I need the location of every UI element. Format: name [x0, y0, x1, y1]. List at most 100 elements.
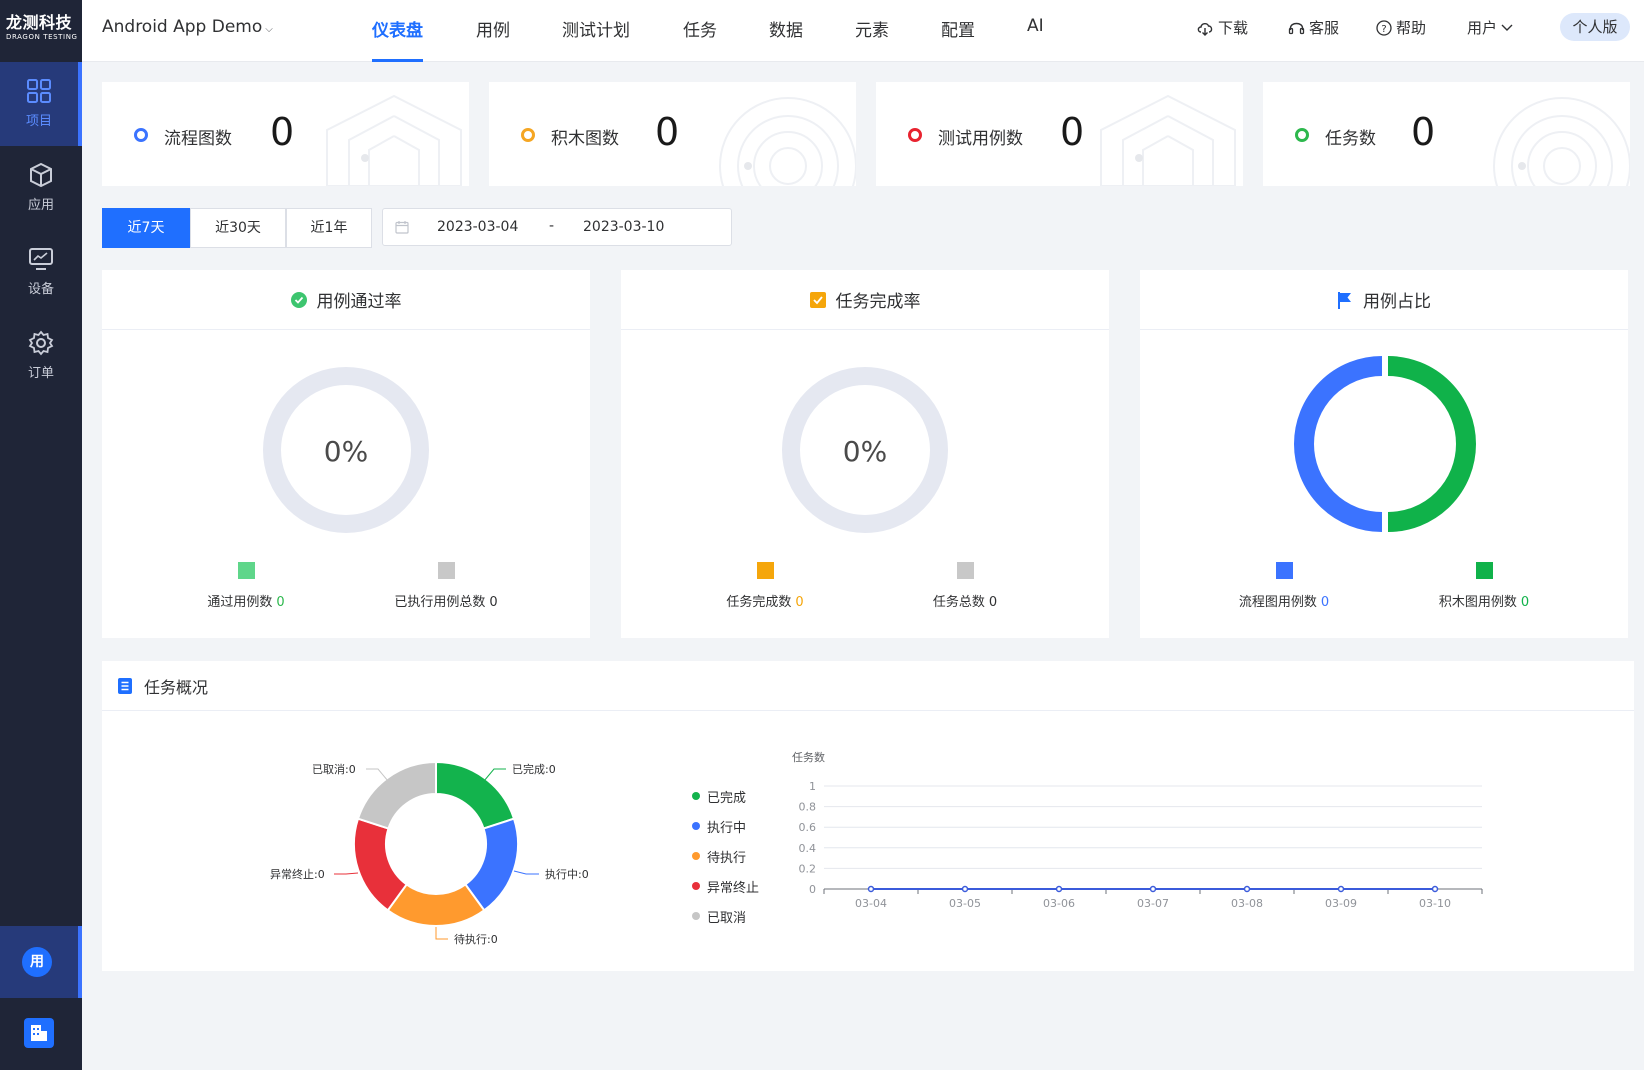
grid-icon: [27, 79, 51, 103]
task-completion-percent: 0%: [843, 435, 887, 468]
user-menu[interactable]: 用户: [1467, 17, 1513, 38]
legend-completed-tasks: 任务完成数 0: [665, 562, 865, 610]
flowchart-case-segment: [1294, 356, 1383, 532]
stat-label: 测试用例数: [938, 129, 1023, 149]
sidebar-item-label: 订单: [27, 366, 54, 381]
pass-rate-gauge: 0%: [263, 367, 429, 533]
chevron-down-icon[interactable]: ⌵: [265, 24, 273, 35]
pass-rate-percent: 0%: [324, 435, 368, 468]
stat-label: 积木图数: [551, 129, 619, 149]
stat-value: 0: [1060, 110, 1085, 154]
legend-swatch: [1275, 562, 1293, 579]
legend-swatch: [756, 562, 774, 579]
headset-icon: [1288, 22, 1305, 34]
legend-value: 0: [489, 595, 498, 610]
user-label[interactable]: 用户: [1467, 17, 1497, 38]
sidebar-user[interactable]: 用: [0, 926, 82, 998]
legend-executed-cases: 已执行用例总数 0: [346, 562, 546, 610]
sidebar-item-device[interactable]: 设备: [0, 230, 82, 314]
legend-value: 0: [795, 595, 804, 610]
legend-swatch: [1475, 562, 1493, 579]
gear-icon: [28, 330, 54, 356]
project-name[interactable]: Android App Demo: [102, 17, 262, 37]
task-count-line-chart: 任务数 0 0.2 0.4 0.6 0.8 1 03-04 03-05 03-06 03-07 0…: [792, 751, 1483, 910]
panel-title: 任务完成率: [835, 292, 921, 312]
legend-value: 0: [988, 595, 998, 610]
panel-header: 用例占比: [1140, 270, 1628, 330]
end-date[interactable]: 2023-03-10: [583, 219, 664, 235]
x-tick-label: 03-08: [1231, 897, 1263, 910]
top-bar: Android App Demo ⌵ 仪表盘 用例 测试计划 任务 数据 元素 配…: [82, 0, 1644, 62]
brand-name: 龙测科技: [6, 13, 73, 32]
brand-logo: 龙测科技 DRAGON TESTING: [0, 0, 82, 62]
tab-data[interactable]: 数据: [769, 16, 803, 62]
legend-swatch: [437, 562, 455, 579]
sidebar-item-project[interactable]: 项目: [0, 62, 82, 146]
checkbox-icon: [809, 291, 826, 308]
task-completion-gauge: 0%: [782, 367, 948, 533]
x-tick-label: 03-05: [949, 897, 981, 910]
tab-ai[interactable]: AI: [1027, 16, 1044, 62]
customer-service-button[interactable]: 客服: [1288, 17, 1339, 38]
data-point: [867, 885, 875, 893]
y-axis-title: 任务数: [792, 751, 825, 764]
legend-label: 任务完成数: [726, 595, 792, 610]
avatar[interactable]: 用: [22, 947, 52, 977]
panel-title: 用例占比: [1363, 292, 1431, 312]
stat-dot: [908, 128, 922, 142]
range-7-days-button[interactable]: 近7天: [102, 208, 190, 248]
legend-value: 0: [1520, 595, 1530, 610]
tab-elements[interactable]: 元素: [855, 16, 889, 62]
y-tick-label: 0.2: [799, 862, 817, 875]
range-30-days-button[interactable]: 近30天: [190, 208, 286, 248]
sidebar-item-label: 应用: [27, 198, 54, 213]
range-1-year-button[interactable]: 近1年: [286, 208, 372, 248]
project-selector[interactable]: Android App Demo ⌵: [102, 17, 273, 37]
download-button[interactable]: 下载: [1196, 17, 1248, 38]
legend-passed-cases: 通过用例数 0: [146, 562, 346, 610]
y-tick-label: 0: [809, 883, 816, 896]
tab-tasks[interactable]: 任务: [683, 16, 717, 62]
monitor-icon: [29, 248, 53, 270]
data-point: [961, 885, 969, 893]
data-point: [1431, 885, 1439, 893]
data-point: [1243, 885, 1251, 893]
calendar-icon: [395, 221, 409, 234]
data-point: [1337, 885, 1345, 893]
case-ratio-donut: [1294, 356, 1476, 532]
panel-title: 用例通过率: [316, 292, 402, 312]
start-date[interactable]: 2023-03-04: [437, 219, 518, 235]
help-button[interactable]: ? 帮助: [1376, 17, 1426, 38]
stat-card-blocks: 积木图数 0: [489, 82, 856, 186]
panel-header: 任务完成率: [621, 270, 1109, 330]
sidebar-item-app[interactable]: 应用: [0, 146, 82, 230]
sidebar-item-label: 设备: [27, 282, 54, 297]
y-tick-label: 0.8: [799, 801, 817, 814]
legend-total-tasks: 任务总数 0: [865, 562, 1065, 610]
tab-config[interactable]: 配置: [941, 16, 975, 62]
organization-icon[interactable]: [24, 1018, 54, 1048]
hexagon-decoration-icon: [326, 94, 462, 186]
tab-test-plan[interactable]: 测试计划: [562, 16, 630, 62]
data-point: [1055, 885, 1063, 893]
x-tick-label: 03-10: [1419, 897, 1451, 910]
circle-decoration-icon: [719, 97, 856, 186]
sidebar-item-order[interactable]: 订单: [0, 314, 82, 398]
stat-card-tasks: 任务数 0: [1263, 82, 1630, 186]
tab-dashboard[interactable]: 仪表盘: [372, 16, 423, 62]
date-range-picker[interactable]: 2023-03-04 - 2023-03-10: [382, 208, 732, 246]
download-label[interactable]: 下载: [1218, 17, 1248, 38]
help-label[interactable]: 帮助: [1396, 17, 1426, 38]
legend-label: 积木图用例数: [1438, 595, 1517, 610]
flag-icon: [1338, 291, 1351, 309]
tab-cases[interactable]: 用例: [476, 16, 510, 62]
task-completion-panel: 任务完成率 0% 任务完成数 0 任务总数 0: [621, 270, 1109, 638]
cloud-download-icon: [1197, 22, 1213, 36]
case-ratio-panel: 用例占比 流程图用例数 0 积木图用例数 0: [1140, 270, 1628, 638]
customer-service-label[interactable]: 客服: [1309, 17, 1339, 38]
help-icon: ?: [1376, 19, 1392, 36]
pass-rate-panel: 用例通过率 0% 通过用例数 0 已执行用例总数 0: [102, 270, 590, 638]
edition-button[interactable]: 个人版: [1560, 13, 1630, 41]
stat-card-test-cases: 测试用例数 0: [876, 82, 1243, 186]
stat-value: 0: [1411, 110, 1436, 154]
